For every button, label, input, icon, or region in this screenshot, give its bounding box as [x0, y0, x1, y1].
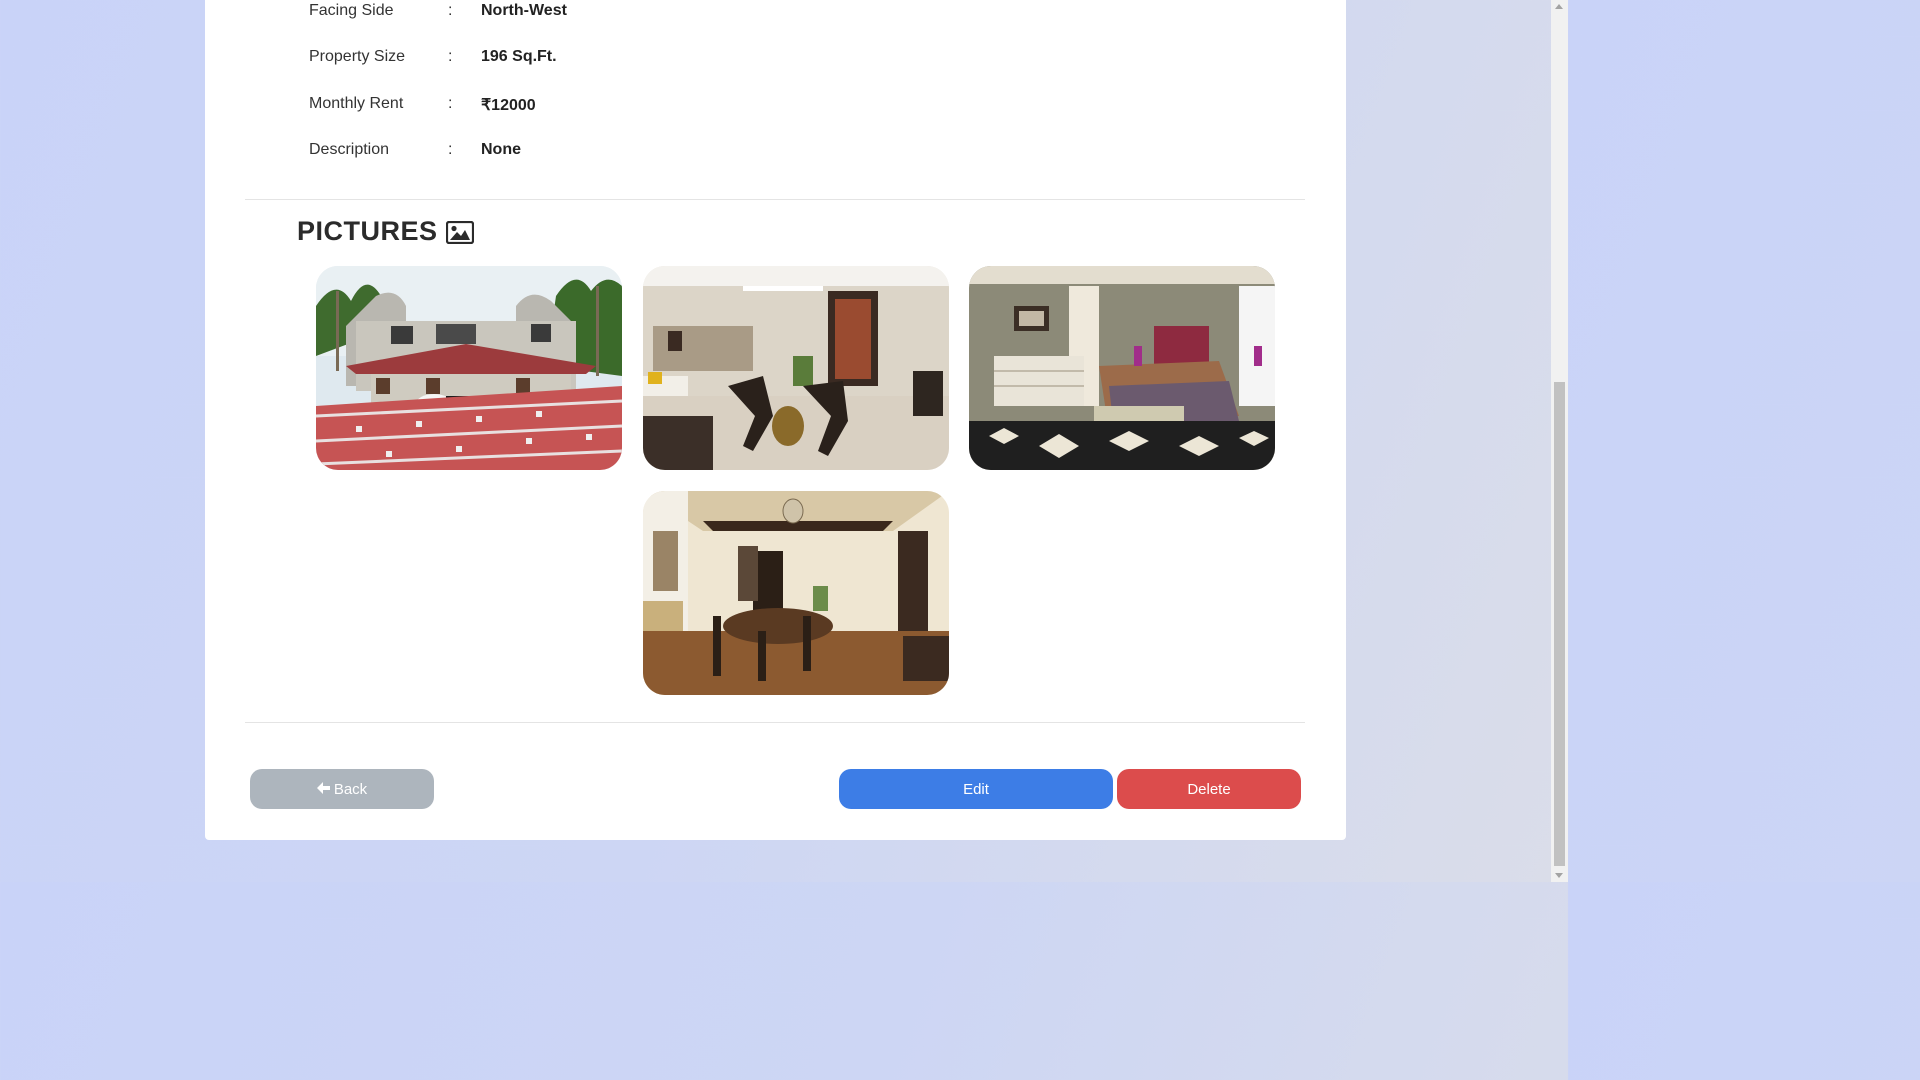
property-detail-card: Facing Side : North-West Property Size :… [205, 0, 1346, 840]
detail-row-facing-side: Facing Side : North-West [309, 2, 1209, 26]
vertical-scrollbar[interactable] [1551, 0, 1568, 882]
detail-row-property-size: Property Size : 196 Sq.Ft. [309, 48, 1209, 72]
scroll-down-arrow-icon[interactable] [1555, 873, 1563, 878]
detail-separator: : [448, 48, 453, 65]
scrollbar-thumb[interactable] [1554, 382, 1565, 866]
back-button[interactable]: Back [250, 769, 434, 809]
section-divider [245, 722, 1305, 723]
edit-button[interactable]: Edit [839, 769, 1113, 809]
edit-button-label: Edit [963, 780, 989, 798]
pictures-heading: PICTURES [297, 216, 474, 247]
dining-room-photo[interactable] [643, 491, 949, 695]
detail-separator: : [448, 95, 453, 112]
arrow-left-icon [316, 781, 330, 798]
detail-value: North-West [481, 2, 567, 19]
scroll-up-arrow-icon[interactable] [1555, 4, 1563, 9]
detail-label: Facing Side [309, 2, 394, 19]
detail-label: Monthly Rent [309, 95, 404, 112]
image-icon [445, 220, 474, 245]
detail-label: Description [309, 141, 390, 158]
detail-separator: : [448, 2, 453, 19]
delete-button[interactable]: Delete [1117, 769, 1301, 809]
delete-button-label: Delete [1187, 780, 1231, 798]
bedroom-photo[interactable] [969, 266, 1275, 470]
detail-row-monthly-rent: Monthly Rent : ₹12000 [309, 95, 1209, 119]
section-divider [245, 199, 1305, 200]
pictures-heading-text: PICTURES [297, 216, 438, 246]
back-button-label: Back [333, 780, 368, 798]
living-room-photo[interactable] [643, 266, 949, 470]
detail-value: ₹12000 [481, 97, 536, 114]
detail-label: Property Size [309, 48, 406, 65]
house-exterior-photo[interactable] [316, 266, 622, 470]
detail-separator: : [448, 141, 453, 158]
detail-value: None [481, 141, 521, 158]
detail-row-description: Description : None [309, 141, 1209, 165]
detail-value: 196 Sq.Ft. [481, 48, 557, 65]
